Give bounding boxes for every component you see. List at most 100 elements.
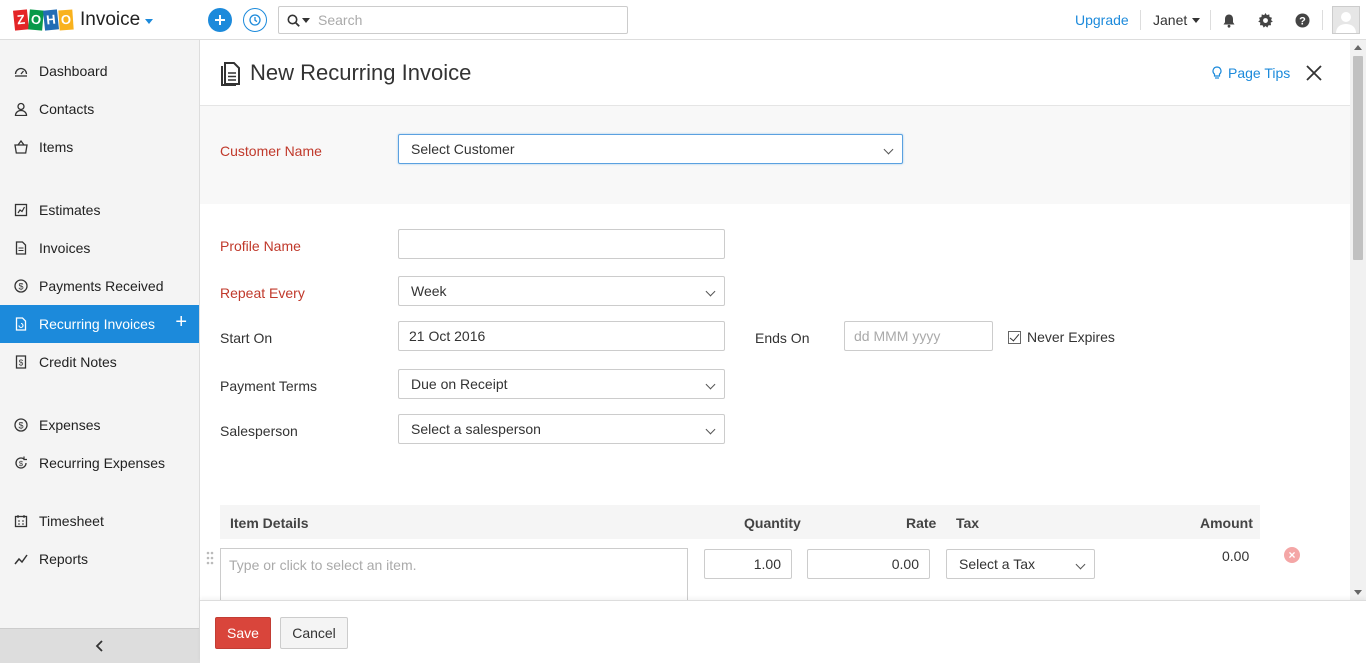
rate-input[interactable]: 0.00 xyxy=(807,549,930,579)
user-name: Janet xyxy=(1153,12,1188,28)
recurring-invoices-icon xyxy=(13,316,29,332)
column-amount: Amount xyxy=(1200,515,1253,531)
cancel-button[interactable]: Cancel xyxy=(280,617,348,649)
chevron-down-icon xyxy=(705,379,716,390)
svg-text:$: $ xyxy=(19,358,24,367)
bell-icon xyxy=(1223,14,1235,28)
lightbulb-icon xyxy=(1212,66,1222,79)
app-logo[interactable]: ZOHO Invoice xyxy=(12,9,154,31)
user-menu[interactable]: Janet xyxy=(1153,12,1201,28)
customer-select[interactable]: Select Customer xyxy=(398,134,903,164)
drag-handle-icon[interactable] xyxy=(206,551,214,565)
scroll-down-icon[interactable] xyxy=(1354,590,1362,595)
svg-text:$: $ xyxy=(19,459,24,468)
divider xyxy=(1210,10,1211,30)
end-date-field[interactable]: dd MMM yyyy xyxy=(844,321,993,351)
profile-name-field[interactable] xyxy=(398,229,725,259)
sidebar-item-payments-received[interactable]: $ Payments Received xyxy=(0,267,199,305)
amount-value: 0.00 xyxy=(1222,548,1250,564)
recurring-expenses-icon: $ xyxy=(13,455,29,471)
sidebar-item-timesheet[interactable]: Timesheet xyxy=(0,502,199,540)
upgrade-link[interactable]: Upgrade xyxy=(1075,12,1129,28)
sidebar-item-reports[interactable]: Reports xyxy=(0,540,199,578)
form-footer: Save Cancel xyxy=(200,600,1366,663)
invoices-icon xyxy=(13,240,29,256)
app-name: Invoice xyxy=(80,9,141,30)
chevron-left-icon xyxy=(95,640,103,652)
column-quantity: Quantity xyxy=(744,515,801,531)
customer-name-label: Customer Name xyxy=(220,143,322,159)
divider xyxy=(1322,10,1323,30)
user-avatar-icon xyxy=(1336,12,1356,33)
sidebar-item-contacts[interactable]: Contacts xyxy=(0,90,199,128)
collapse-sidebar-button[interactable] xyxy=(0,628,199,663)
salesperson-select[interactable]: Select a salesperson xyxy=(398,414,725,444)
avatar[interactable] xyxy=(1332,6,1360,34)
search-input[interactable]: Search xyxy=(318,12,362,28)
payment-terms-label: Payment Terms xyxy=(220,378,317,394)
column-rate: Rate xyxy=(906,515,937,531)
sidebar-item-items[interactable]: Items xyxy=(0,128,199,166)
recent-activity-button[interactable] xyxy=(243,8,267,32)
sidebar: Dashboard Contacts Items Estimates Invoi… xyxy=(0,40,200,663)
repeat-every-label: Repeat Every xyxy=(220,285,305,301)
salesperson-label: Salesperson xyxy=(220,423,298,439)
svg-text:$: $ xyxy=(18,420,23,430)
dashboard-icon xyxy=(13,63,29,79)
close-icon[interactable] xyxy=(1304,63,1324,83)
main-content: New Recurring Invoice Page Tips Customer… xyxy=(200,40,1366,663)
help-button[interactable]: ? xyxy=(1294,12,1310,28)
start-date-field[interactable]: 21 Oct 2016 xyxy=(398,321,725,351)
save-button[interactable]: Save xyxy=(215,617,271,649)
sidebar-item-credit-notes[interactable]: $ Credit Notes xyxy=(0,343,199,381)
quick-create-button[interactable] xyxy=(208,8,232,32)
payment-terms-select[interactable]: Due on Receipt xyxy=(398,369,725,399)
history-icon xyxy=(249,14,261,26)
recurring-invoice-document-icon xyxy=(221,62,240,86)
divider xyxy=(1140,10,1141,30)
chevron-down-icon xyxy=(705,286,716,297)
contacts-icon xyxy=(13,101,29,117)
sidebar-item-recurring-expenses[interactable]: $ Recurring Expenses xyxy=(0,444,199,482)
page-title-group: New Recurring Invoice xyxy=(220,60,471,86)
settings-button[interactable] xyxy=(1257,12,1273,28)
sidebar-item-dashboard[interactable]: Dashboard xyxy=(0,52,199,90)
page-tips-link[interactable]: Page Tips xyxy=(1212,65,1290,81)
start-on-label: Start On xyxy=(220,330,273,346)
add-recurring-invoice-plus-icon[interactable]: + xyxy=(175,312,187,332)
scroll-thumb[interactable] xyxy=(1353,56,1363,260)
repeat-every-select[interactable]: Week xyxy=(398,276,725,306)
never-expires-checkbox[interactable]: Never Expires xyxy=(1008,329,1115,345)
sidebar-item-expenses[interactable]: $ Expenses xyxy=(0,406,199,444)
page-title: New Recurring Invoice xyxy=(250,60,472,85)
page-header: New Recurring Invoice Page Tips xyxy=(200,40,1350,106)
checkbox-checked-icon[interactable] xyxy=(1008,330,1021,344)
search-scope-caret-icon[interactable] xyxy=(302,17,310,23)
tax-select[interactable]: Select a Tax xyxy=(946,549,1095,579)
top-bar: ZOHO Invoice Search Upgrade Janet ? xyxy=(0,0,1366,40)
notifications-button[interactable] xyxy=(1221,12,1237,28)
scrollbar[interactable] xyxy=(1350,40,1366,600)
items-table-header: Item Details Quantity Rate Tax Amount xyxy=(220,505,1260,539)
quantity-input[interactable]: 1.00 xyxy=(704,549,792,579)
payments-icon: $ xyxy=(13,278,29,294)
sidebar-item-recurring-invoices[interactable]: Recurring Invoices + xyxy=(0,305,199,343)
scroll-up-icon[interactable] xyxy=(1354,45,1362,50)
chevron-down-icon xyxy=(705,424,716,435)
svg-text:?: ? xyxy=(1299,15,1306,27)
svg-text:$: $ xyxy=(18,281,23,291)
chevron-down-icon xyxy=(883,144,894,155)
ends-on-label: Ends On xyxy=(755,330,810,346)
app-switcher-caret-icon[interactable] xyxy=(145,19,154,24)
item-details-input[interactable]: Type or click to select an item. xyxy=(220,548,688,608)
column-tax: Tax xyxy=(956,515,980,531)
zoho-logo: ZOHO xyxy=(12,9,74,31)
credit-notes-icon: $ xyxy=(13,354,29,370)
remove-row-icon[interactable]: × xyxy=(1284,547,1300,563)
chevron-down-icon xyxy=(1075,559,1086,570)
gear-icon xyxy=(1257,12,1273,28)
search-bar[interactable]: Search xyxy=(278,6,628,34)
sidebar-item-estimates[interactable]: Estimates xyxy=(0,191,199,229)
items-icon xyxy=(13,139,29,155)
sidebar-item-invoices[interactable]: Invoices xyxy=(0,229,199,267)
